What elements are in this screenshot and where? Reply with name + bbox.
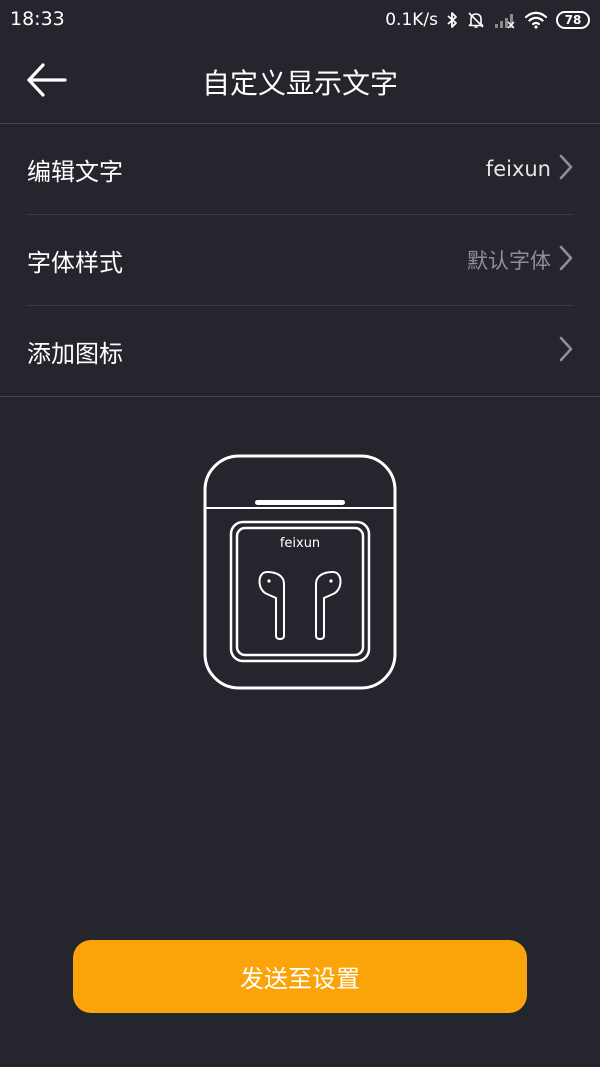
add-icon-row[interactable]: 添加图标 [0, 306, 600, 397]
add-icon-value-group [559, 336, 573, 366]
font-style-value: 默认字体 [467, 249, 551, 273]
case-engraving-text: feixun [279, 536, 321, 551]
battery-level: 78 [564, 13, 582, 27]
settings-list: 编辑文字 feixun 字体样式 默认字体 添加图标 [0, 124, 600, 397]
chevron-right-icon [559, 336, 573, 366]
network-speed: 0.1K/s [385, 10, 438, 30]
edit-text-value: feixun [485, 157, 551, 181]
add-icon-label: 添加图标 [27, 340, 123, 368]
chevron-right-icon [559, 154, 573, 184]
app-header: 自定义显示文字 [0, 40, 600, 124]
mute-icon [466, 10, 486, 30]
status-bar: 18:33 0.1K/s 78 [0, 0, 600, 40]
send-to-device-button[interactable]: 发送至设置 [73, 940, 527, 1013]
earbuds-case-preview: feixun [203, 454, 397, 690]
edit-text-value-group: feixun [486, 154, 573, 184]
edit-text-label: 编辑文字 [27, 158, 123, 186]
bluetooth-icon [446, 11, 458, 29]
page-title: 自定义显示文字 [201, 67, 398, 100]
status-icons: 0.1K/s 78 [385, 6, 590, 34]
signal-icon [494, 11, 516, 29]
status-time: 18:33 [10, 8, 65, 30]
edit-text-row[interactable]: 编辑文字 feixun [27, 124, 573, 215]
font-style-label: 字体样式 [27, 249, 123, 277]
earbuds-case-icon [203, 454, 397, 690]
chevron-right-icon [559, 245, 573, 275]
wifi-icon [524, 11, 548, 29]
font-style-value-group: 默认字体 [467, 245, 573, 275]
send-button-label: 发送至设置 [240, 965, 360, 993]
font-style-row[interactable]: 字体样式 默认字体 [27, 215, 573, 306]
battery-icon: 78 [556, 11, 590, 29]
